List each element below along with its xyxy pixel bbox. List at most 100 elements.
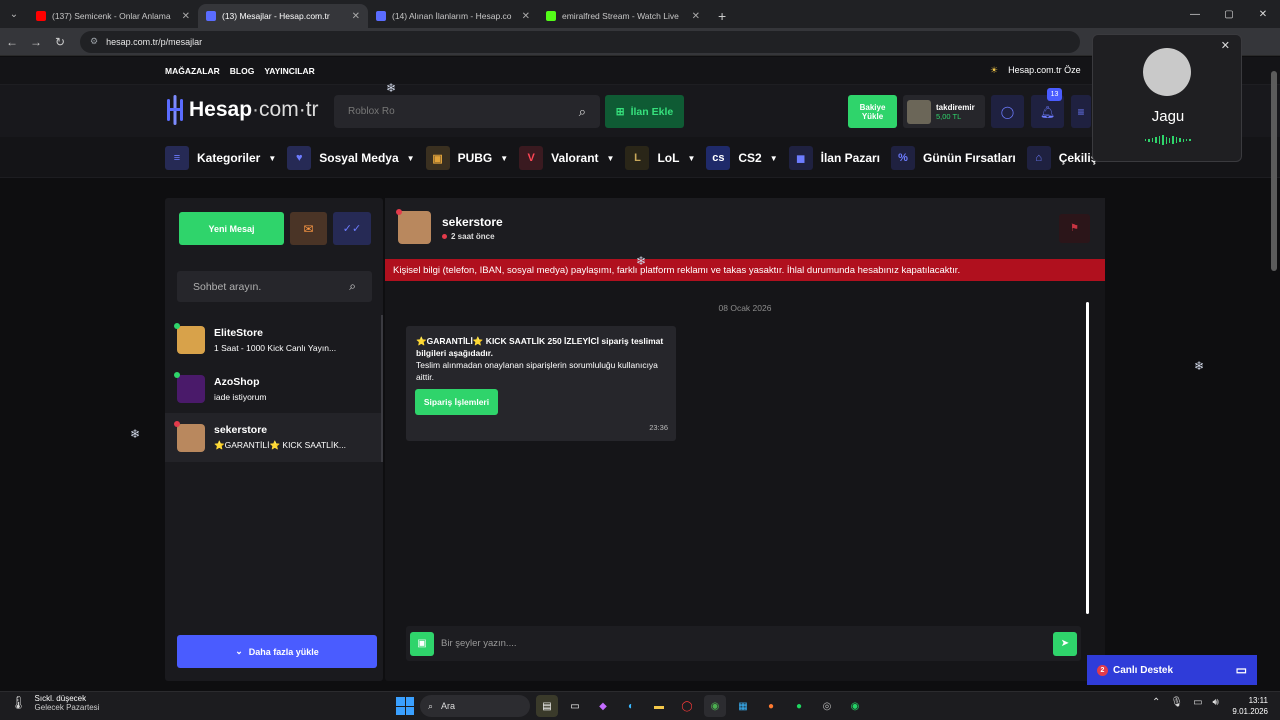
category-label: LoL: [657, 151, 680, 165]
load-more-button[interactable]: ⌄ Daha fazla yükle: [177, 635, 377, 668]
category-item[interactable]: cs CS2 ▼: [706, 145, 778, 171]
windows-start-icon[interactable]: [396, 697, 414, 715]
site-search-input[interactable]: Roblox Ro ⌕: [334, 95, 600, 128]
close-tab-icon[interactable]: ✕: [352, 11, 360, 22]
conversation-scrollbar[interactable]: [381, 315, 383, 462]
app-icon[interactable]: ●: [760, 695, 782, 717]
category-icon: ♥: [287, 146, 312, 170]
conversation-item[interactable]: sekerstore ⭐GARANTİLİ⭐ KICK SAATLİK...: [165, 413, 383, 462]
conversation-preview: ⭐GARANTİLİ⭐ KICK SAATLİK...: [214, 440, 347, 450]
network-icon[interactable]: ▭: [1193, 697, 1202, 708]
page-scrollbar[interactable]: [1271, 71, 1277, 271]
whatsapp-icon[interactable]: ◉: [844, 695, 866, 717]
mic-icon[interactable]: 🎙︎: [1170, 697, 1183, 708]
close-tab-icon[interactable]: ✕: [182, 11, 190, 22]
browser-tab[interactable]: (13) Mesajlar - Hesap.com.tr ✕: [198, 4, 368, 28]
opera-icon[interactable]: ◯: [676, 695, 698, 717]
conversation-search-input[interactable]: Sohbet arayın. ⌕: [177, 271, 372, 302]
weather-line2: Gelecek Pazartesi: [34, 703, 100, 712]
voice-call-popup: ✕ Jagu: [1092, 34, 1242, 162]
category-item[interactable]: V Valorant ▼: [519, 145, 614, 171]
chevron-up-icon[interactable]: ⌃: [1152, 697, 1160, 708]
category-label: Kategoriler: [197, 151, 261, 165]
tab-title: emiralfred Stream - Watch Live: [562, 11, 679, 21]
spotify-icon[interactable]: ●: [788, 695, 810, 717]
live-support-button[interactable]: 2 Canlı Destek ▭: [1087, 655, 1257, 685]
url-field[interactable]: ⚙ hesap.com.tr/p/mesajlar: [80, 30, 1080, 53]
load-more-label: Daha fazla yükle: [248, 646, 319, 657]
chrome-icon[interactable]: ◉: [704, 695, 726, 717]
message-input[interactable]: Bir şeyler yazın....: [441, 638, 517, 649]
category-label: CS2: [738, 151, 762, 165]
user-balance: 5,00 TL: [936, 111, 962, 121]
volume-icon[interactable]: 🔊︎: [1213, 697, 1219, 708]
top-link[interactable]: MAĞAZALAR: [165, 66, 220, 76]
close-window-button[interactable]: ✕: [1246, 0, 1280, 28]
edge-icon[interactable]: ◐: [620, 695, 642, 717]
order-actions-button[interactable]: Sipariş İşlemleri: [415, 389, 498, 415]
new-message-button[interactable]: Yeni Mesaj: [179, 212, 284, 245]
category-item[interactable]: ≡ Kategoriler ▼: [165, 145, 276, 171]
search-icon[interactable]: ⌕: [579, 104, 586, 120]
category-item[interactable]: ♥ Sosyal Medya ▼: [287, 145, 415, 171]
search-icon[interactable]: ⌕: [349, 279, 356, 294]
category-label: Valorant: [551, 151, 599, 165]
maximize-button[interactable]: ▢: [1212, 0, 1246, 28]
top-right-link[interactable]: Hesap.com.tr Öze: [1008, 65, 1081, 76]
mark-read-icon[interactable]: ✓✓: [333, 212, 371, 245]
category-item[interactable]: ▣ PUBG ▼: [425, 145, 509, 171]
task-view-icon[interactable]: ▭: [564, 695, 586, 717]
wave-bar: [1179, 138, 1181, 142]
chat-scrollbar[interactable]: [1086, 302, 1089, 614]
menu-icon[interactable]: ≡: [1071, 95, 1091, 128]
store-icon[interactable]: ▦: [732, 695, 754, 717]
close-icon[interactable]: ✕: [1221, 39, 1230, 52]
copilot-icon[interactable]: ◆: [592, 695, 614, 717]
chat-bubble-icon[interactable]: ◯: [991, 95, 1024, 128]
top-link[interactable]: YAYINCILAR: [264, 66, 314, 76]
theme-toggle-icon[interactable]: ☀: [990, 65, 998, 76]
tab-favicon-icon: [206, 11, 216, 21]
category-item[interactable]: ◼ İlan Pazarı: [788, 145, 880, 171]
conversation-item[interactable]: AzoShop iade istiyorum: [165, 364, 383, 413]
send-icon[interactable]: ➤: [1053, 631, 1077, 656]
steam-icon[interactable]: ◎: [816, 695, 838, 717]
caret-down-icon: ▼: [500, 153, 509, 163]
add-listing-button[interactable]: ⊞ İlan Ekle: [605, 95, 684, 128]
chat-avatar[interactable]: [398, 211, 431, 244]
new-tab-button[interactable]: +: [708, 4, 736, 28]
back-icon[interactable]: ←: [0, 35, 24, 49]
conversation-preview: 1 Saat - 1000 Kick Canlı Yayın...: [214, 342, 337, 353]
minimize-button[interactable]: —: [1178, 0, 1212, 28]
conversation-item[interactable]: EliteStore 1 Saat - 1000 Kick Canlı Yayın…: [165, 315, 383, 364]
category-item[interactable]: L LoL ▼: [625, 145, 695, 171]
site-logo[interactable]: Hesap · com·tr: [165, 95, 319, 125]
report-flag-icon[interactable]: ⚑: [1059, 214, 1090, 243]
reload-icon[interactable]: ↻: [48, 35, 72, 49]
chat-panel: sekerstore 2 saat önce ⚑ Kişisel bilgi (…: [385, 198, 1105, 681]
user-menu[interactable]: takdiremir 5,00 TL: [903, 95, 985, 128]
close-tab-icon[interactable]: ✕: [692, 11, 700, 22]
close-tab-icon[interactable]: ✕: [522, 11, 530, 22]
widget-icon[interactable]: ▤: [536, 695, 558, 717]
mail-icon[interactable]: ✉: [290, 212, 327, 245]
browser-tab[interactable]: (137) Semicenk - Onlar Anlama ✕: [28, 4, 198, 28]
tab-list-button[interactable]: ⌄: [0, 0, 28, 28]
chat-partner-name[interactable]: sekerstore: [442, 215, 503, 229]
taskbar-search[interactable]: ⌕ Ara: [420, 695, 530, 717]
clock-time: 13:11: [1248, 696, 1268, 705]
wave-bar: [1189, 139, 1191, 141]
browser-tab[interactable]: emiralfred Stream - Watch Live ✕: [538, 4, 708, 28]
weather-widget[interactable]: 🌡︎ Sıckl. düşecek Gelecek Pazartesi: [10, 694, 99, 712]
category-item[interactable]: % Günün Fırsatları: [891, 145, 1016, 171]
clock[interactable]: 13:11 9.01.2026: [1232, 695, 1268, 717]
top-up-balance-button[interactable]: Bakiye Yükle: [848, 95, 897, 128]
image-upload-icon[interactable]: ▣: [410, 631, 434, 656]
conversation-avatar: [174, 371, 205, 403]
tab-favicon-icon: [376, 11, 386, 21]
folder-icon[interactable]: ▬: [648, 695, 670, 717]
forward-icon[interactable]: →: [24, 35, 48, 49]
site-info-icon[interactable]: ⚙: [90, 36, 98, 47]
top-link[interactable]: BLOG: [230, 66, 255, 76]
browser-tab[interactable]: (14) Alınan İlanlarım - Hesap.co ✕: [368, 4, 538, 28]
